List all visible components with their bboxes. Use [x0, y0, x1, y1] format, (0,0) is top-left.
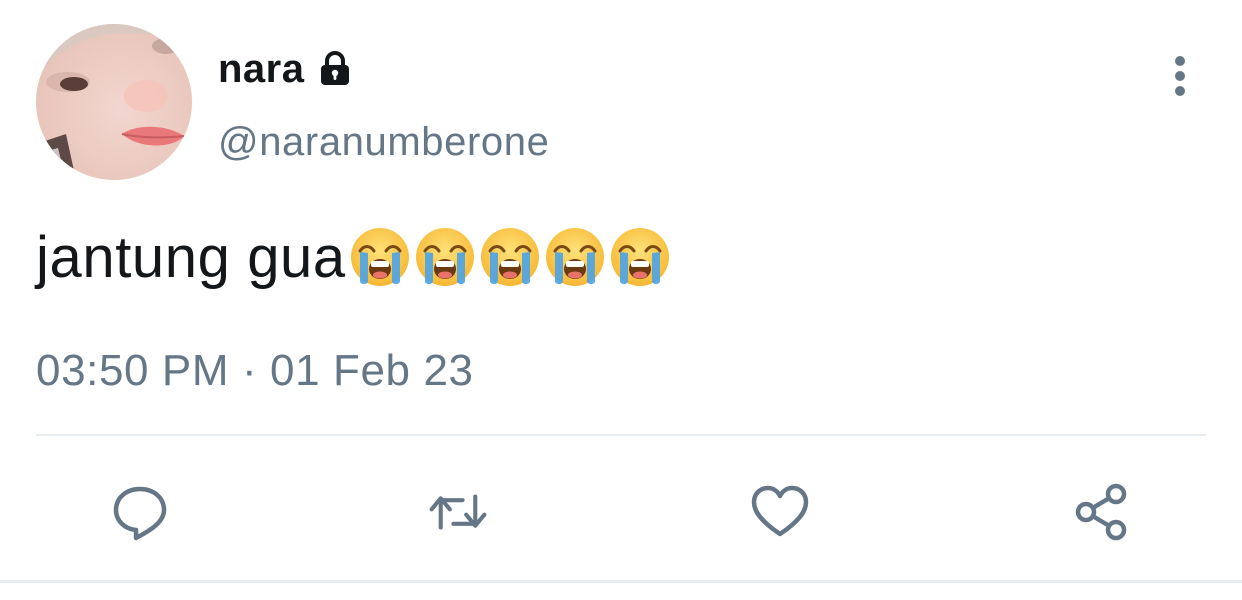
user-name-row: nara: [218, 44, 355, 94]
share-nodes-icon: [1075, 483, 1127, 541]
reply-button[interactable]: [110, 482, 170, 542]
heart-icon: [751, 485, 809, 537]
share-button[interactable]: [1072, 482, 1132, 542]
lock-icon: [315, 49, 355, 89]
divider: [36, 434, 1206, 436]
retweet-button[interactable]: [428, 482, 488, 542]
tweet-text: jantung gua: [36, 222, 673, 292]
crying-emoji: [545, 228, 604, 286]
crying-emoji: [480, 228, 539, 286]
avatar-image: [36, 24, 192, 180]
crying-emoji: [415, 228, 474, 286]
vertical-ellipsis-icon: [1175, 56, 1185, 96]
retweet-arrows-icon: [429, 494, 487, 530]
like-button[interactable]: [750, 482, 810, 542]
emoji-group: [348, 225, 673, 289]
crying-emoji: [610, 228, 669, 286]
crying-emoji: [350, 228, 409, 286]
bottom-divider: [0, 580, 1242, 583]
tweet-timestamp[interactable]: 03:50 PM · 01 Feb 23: [36, 346, 474, 396]
user-handle[interactable]: @naranumberone: [218, 120, 549, 165]
tweet-text-content: jantung gua: [36, 224, 346, 290]
more-options-button[interactable]: [1160, 54, 1200, 98]
display-name[interactable]: nara: [218, 47, 305, 92]
speech-bubble-icon: [113, 486, 167, 541]
avatar[interactable]: [36, 24, 192, 180]
